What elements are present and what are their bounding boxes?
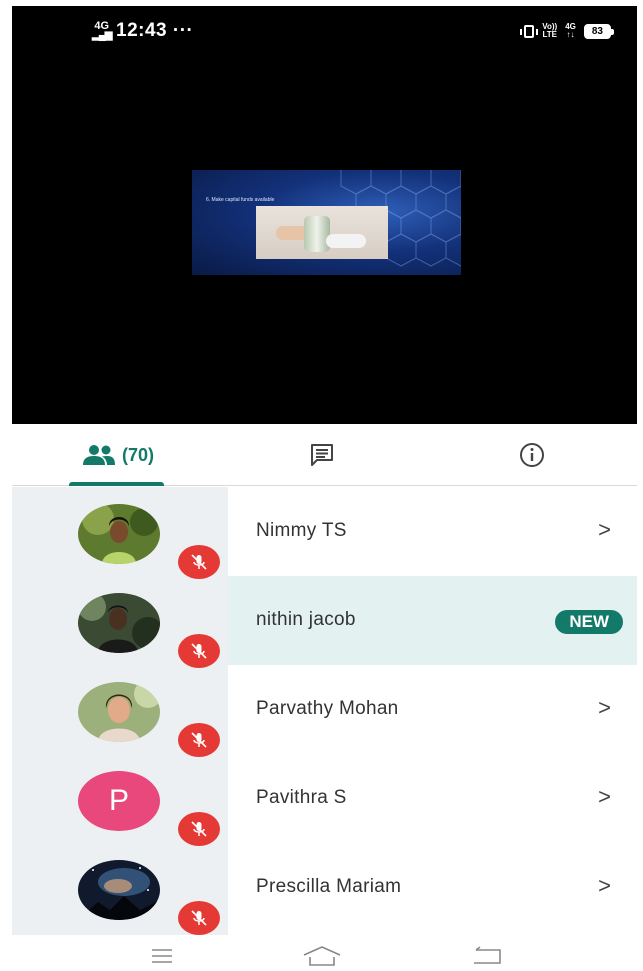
mic-off-icon	[191, 643, 207, 659]
clock: 12:43	[116, 20, 168, 41]
mic-muted-badge	[178, 812, 220, 846]
people-icon	[82, 445, 115, 465]
info-icon	[520, 443, 544, 467]
system-nav-bar	[0, 935, 643, 971]
avatar	[78, 593, 160, 653]
slide-caption: 6. Make capital funds available	[206, 197, 275, 203]
participant-row[interactable]: Nimmy TS >	[12, 487, 637, 579]
back-icon	[474, 946, 501, 964]
recent-apps-button[interactable]	[150, 945, 174, 967]
participant-name-area[interactable]: nithin jacob NEW	[228, 576, 637, 665]
chevron-right-icon: >	[598, 517, 611, 542]
video-area[interactable]: 4G ▂▄▆ 12:43 ··· Vo)) LTE 4G ↑↓ 83 6. Ma…	[12, 6, 637, 424]
mic-muted-badge	[178, 545, 220, 579]
participant-name: Parvathy Mohan	[256, 698, 399, 719]
participant-name: Pavithra S	[256, 787, 347, 808]
vibrate-icon	[520, 24, 539, 38]
mic-off-icon	[191, 732, 207, 748]
participant-name-area[interactable]: Parvathy Mohan >	[228, 665, 637, 754]
participant-name: Nimmy TS	[256, 520, 347, 541]
slide-photo	[256, 206, 388, 259]
network-indicator: 4G ▂▄▆	[92, 21, 112, 41]
new-badge: NEW	[555, 610, 623, 634]
participant-name: Prescilla Mariam	[256, 876, 402, 897]
money-jar-image	[304, 216, 330, 252]
battery-icon: 83	[583, 23, 615, 39]
status-bar: 4G ▂▄▆ 12:43 ··· Vo)) LTE 4G ↑↓ 83	[12, 6, 637, 58]
chevron-right-icon: >	[598, 873, 611, 898]
chat-icon	[311, 444, 333, 466]
participant-row[interactable]: Pavithra S > P	[12, 754, 637, 846]
chevron-right-icon: >	[598, 695, 611, 720]
participant-name-area[interactable]: Pavithra S >	[228, 754, 637, 843]
participant-row[interactable]: Prescilla Mariam >	[12, 843, 637, 935]
volte-icon: Vo)) LTE	[542, 22, 558, 39]
mic-muted-badge	[178, 723, 220, 757]
participant-name-area[interactable]: Prescilla Mariam >	[228, 843, 637, 932]
shared-presentation-slide: 6. Make capital funds available	[192, 170, 461, 275]
home-button[interactable]	[300, 945, 344, 967]
status-icons: Vo)) LTE 4G ↑↓ 83	[520, 22, 615, 39]
signal-icon: ▂▄▆	[92, 30, 112, 41]
participant-count: (70)	[121, 444, 154, 465]
home-icon	[303, 946, 341, 966]
tab-info[interactable]	[502, 424, 562, 486]
more-notifications-indicator: ···	[172, 20, 194, 41]
active-tab-indicator	[69, 482, 164, 486]
mic-muted-badge	[178, 901, 220, 935]
tab-participants[interactable]: (70)	[64, 424, 172, 486]
tab-chat[interactable]	[292, 424, 352, 486]
mic-muted-badge	[178, 634, 220, 668]
participant-name-area[interactable]: Nimmy TS >	[228, 487, 637, 576]
mobile-data-icon: 4G ↑↓	[565, 22, 576, 39]
back-button[interactable]	[470, 945, 504, 967]
mic-off-icon	[191, 554, 207, 570]
avatar: P	[78, 771, 160, 831]
participant-name: nithin jacob	[256, 609, 356, 630]
avatar	[78, 504, 160, 564]
avatar-initial: P	[108, 784, 129, 817]
avatar	[78, 860, 160, 920]
participant-list[interactable]: Nimmy TS > nithin jacob NEW Parvathy Moh…	[12, 487, 637, 935]
tab-bar: (70)	[12, 424, 637, 486]
participant-row[interactable]: nithin jacob NEW	[12, 576, 637, 668]
participant-row[interactable]: Parvathy Mohan >	[12, 665, 637, 757]
mic-off-icon	[191, 910, 207, 926]
avatar	[78, 682, 160, 742]
chevron-right-icon: >	[598, 784, 611, 809]
menu-icon	[152, 949, 172, 963]
mic-off-icon	[191, 821, 207, 837]
